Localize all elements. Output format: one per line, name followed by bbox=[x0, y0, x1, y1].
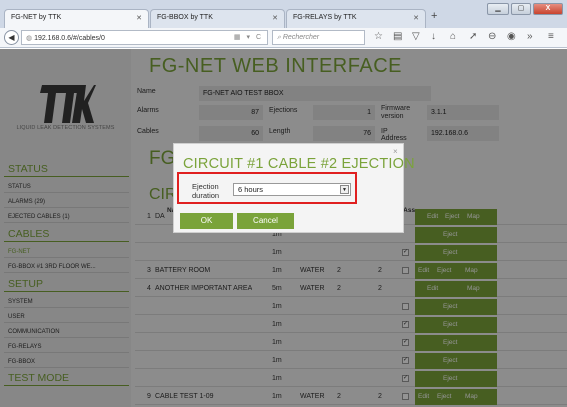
ejection-duration-select[interactable]: 6 hours ▼ bbox=[233, 183, 351, 196]
new-tab-button[interactable]: + bbox=[431, 10, 437, 22]
minimize-button[interactable]: ▁ bbox=[487, 3, 509, 15]
ejection-duration-label: Ejection duration bbox=[192, 182, 230, 200]
browser-tab-bar: FG-NET by TTK ✕ FG-BBOX by TTK ✕ FG-RELA… bbox=[0, 0, 567, 28]
ejection-duration-value: 6 hours bbox=[238, 185, 264, 194]
tab-title: FG-NET by TTK bbox=[11, 14, 62, 21]
overflow-icon[interactable]: » bbox=[527, 31, 533, 42]
dialog-title: CIRCUIT #1 CABLE #2 EJECTION bbox=[183, 156, 415, 172]
close-icon[interactable]: ✕ bbox=[413, 14, 419, 22]
chevron-down-icon[interactable]: ▼ bbox=[340, 185, 349, 194]
download-icon[interactable]: ↓ bbox=[431, 31, 436, 42]
clipboard-icon[interactable]: ▤ bbox=[393, 31, 402, 42]
close-icon[interactable]: ✕ bbox=[136, 14, 142, 22]
ejection-duration-label-text: Ejection duration bbox=[192, 182, 220, 200]
pocket-icon[interactable]: ▽ bbox=[412, 31, 420, 42]
addon-icon[interactable]: ⊖ bbox=[488, 31, 496, 42]
address-bar[interactable]: ◍ 192.168.0.6/#/cables/0 ▦ ▾ C bbox=[21, 30, 268, 45]
tab-fg-relays[interactable]: FG-RELAYS by TTK ✕ bbox=[286, 9, 426, 28]
maximize-button[interactable]: ▢ bbox=[511, 3, 531, 15]
home-icon[interactable]: ⌂ bbox=[450, 31, 456, 42]
menu-icon[interactable]: ≡ bbox=[548, 31, 554, 42]
send-icon[interactable]: ➚ bbox=[469, 31, 477, 42]
tab-title: FG-RELAYS by TTK bbox=[293, 14, 357, 21]
tab-fg-bbox[interactable]: FG-BBOX by TTK ✕ bbox=[150, 9, 285, 28]
cancel-button[interactable]: Cancel bbox=[237, 213, 294, 229]
search-placeholder: Rechercher bbox=[282, 34, 320, 41]
address-text: 192.168.0.6/#/cables/0 bbox=[34, 35, 105, 42]
tab-fg-net[interactable]: FG-NET by TTK ✕ bbox=[4, 9, 149, 28]
reader-icon[interactable]: ▦ ▾ C bbox=[234, 33, 263, 41]
window-close-button[interactable]: X bbox=[533, 3, 563, 15]
close-icon[interactable]: × bbox=[393, 147, 398, 156]
chat-icon[interactable]: ◉ bbox=[507, 31, 516, 42]
browser-search-input[interactable]: ⌕ Rechercher bbox=[272, 30, 365, 45]
star-icon[interactable]: ☆ bbox=[374, 31, 383, 42]
browser-nav-bar: ◀ ◍ 192.168.0.6/#/cables/0 ▦ ▾ C ⌕ Reche… bbox=[0, 28, 567, 48]
close-icon[interactable]: ✕ bbox=[272, 14, 278, 22]
globe-icon: ◍ bbox=[26, 35, 35, 42]
ok-button[interactable]: OK bbox=[180, 213, 233, 229]
tab-title: FG-BBOX by TTK bbox=[157, 14, 213, 21]
back-arrow-icon[interactable]: ◀ bbox=[4, 30, 19, 45]
